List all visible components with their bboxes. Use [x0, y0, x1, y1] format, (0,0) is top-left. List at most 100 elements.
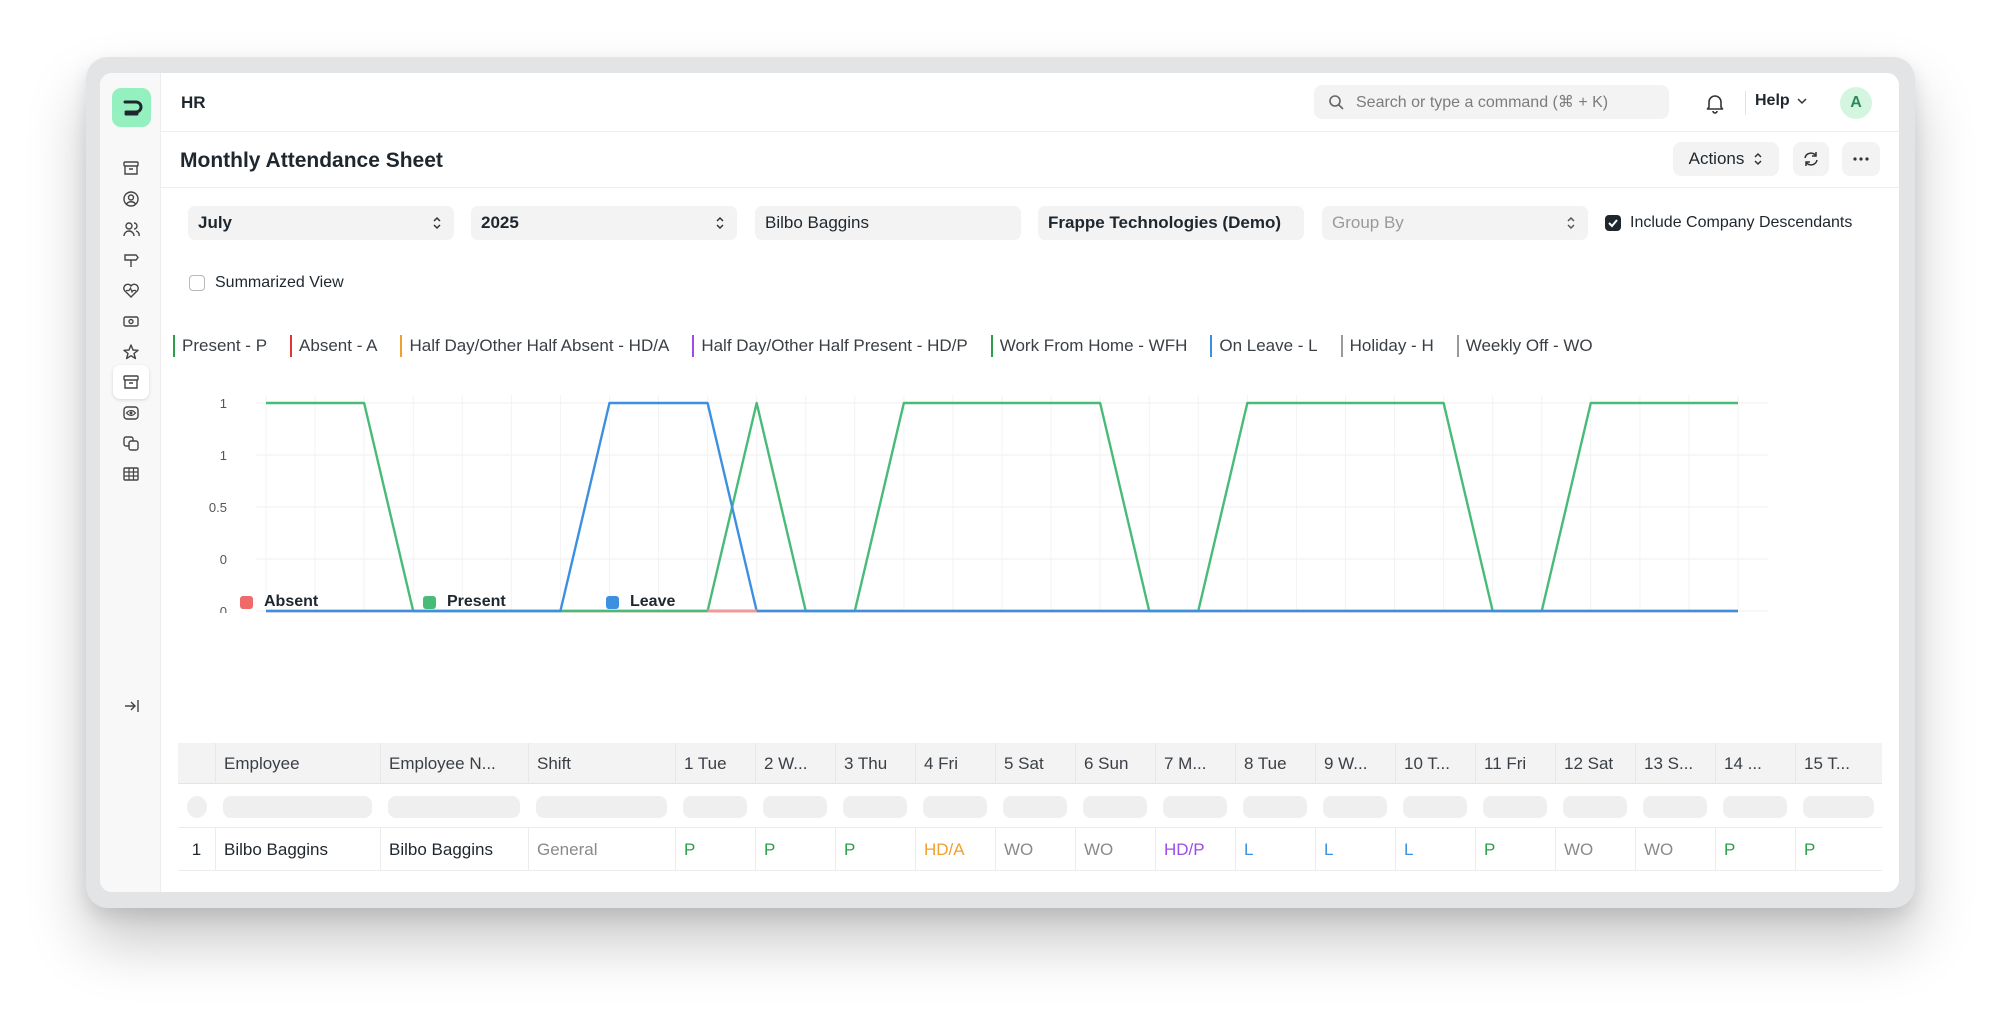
attendance-cell[interactable]: P [1795, 828, 1882, 871]
table-cell[interactable]: Bilbo Baggins [380, 828, 528, 871]
table-cell[interactable]: Bilbo Baggins [215, 828, 380, 871]
sidebar-item-archive[interactable] [118, 155, 144, 181]
updown-icon [1754, 152, 1762, 166]
year-select[interactable]: 2025 [471, 206, 737, 240]
sidebar-item-collapse-sidebar[interactable] [118, 693, 144, 719]
row-index[interactable]: 1 [178, 828, 215, 871]
sidebar [100, 73, 161, 892]
include-company-descendants-label: Include Company Descendants [1630, 214, 1853, 231]
column-header[interactable]: 15 T... [1795, 743, 1882, 784]
help-label: Help [1755, 92, 1790, 109]
column-header[interactable]: 4 Fri [915, 743, 995, 784]
attendance-cell[interactable]: HD/A [915, 828, 995, 871]
sidebar-item-archive[interactable] [113, 365, 149, 399]
employee-field[interactable]: Bilbo Baggins [755, 206, 1021, 240]
attendance-cell[interactable]: L [1315, 828, 1395, 871]
attendance-cell[interactable]: HD/P [1155, 828, 1235, 871]
column-filter-input[interactable] [388, 796, 520, 818]
column-filter-input[interactable] [1003, 796, 1067, 818]
attendance-cell[interactable]: P [1475, 828, 1555, 871]
table-row[interactable]: 1 Bilbo Baggins Bilbo Baggins General P P P HD/… [178, 828, 1882, 871]
column-header[interactable]: Employee [215, 743, 380, 784]
checkmark-icon [1608, 219, 1618, 228]
sidebar-item-signpost[interactable] [118, 247, 144, 273]
sidebar-item-eye[interactable] [118, 400, 144, 426]
column-filter-input[interactable] [843, 796, 907, 818]
avatar[interactable]: A [1840, 87, 1872, 119]
help-menu[interactable]: Help [1755, 92, 1807, 110]
refresh-button[interactable] [1793, 142, 1829, 176]
column-header[interactable] [178, 743, 215, 784]
column-header[interactable]: 9 W... [1315, 743, 1395, 784]
column-header[interactable]: 7 M... [1155, 743, 1235, 784]
column-filter-input[interactable] [1323, 796, 1387, 818]
search-input[interactable]: Search or type a command (⌘ + K) [1314, 85, 1669, 119]
column-filter-input[interactable] [1163, 796, 1227, 818]
sidebar-item-heart-pulse[interactable] [118, 277, 144, 303]
more-options-button[interactable] [1842, 142, 1880, 176]
column-filter-input[interactable] [763, 796, 827, 818]
column-header[interactable]: 6 Sun [1075, 743, 1155, 784]
column-header[interactable]: 3 Thu [835, 743, 915, 784]
group-by-select[interactable]: Group By [1322, 206, 1588, 240]
attendance-cell[interactable]: WO [1635, 828, 1715, 871]
company-field[interactable]: Frappe Technologies (Demo) [1038, 206, 1304, 240]
attendance-cell[interactable]: WO [1075, 828, 1155, 871]
column-filter-input[interactable] [187, 796, 207, 818]
status-indicator: Half Day/Other Half Present - HD/P [692, 335, 968, 357]
column-filter-input[interactable] [1803, 796, 1874, 818]
column-header[interactable]: 14 ... [1715, 743, 1795, 784]
star-icon [123, 344, 139, 360]
column-filter-input[interactable] [536, 796, 667, 818]
column-filter-input[interactable] [1243, 796, 1307, 818]
column-header[interactable]: 5 Sat [995, 743, 1075, 784]
column-filter-input[interactable] [683, 796, 747, 818]
column-header[interactable]: 13 S... [1635, 743, 1715, 784]
column-header[interactable]: 2 W... [755, 743, 835, 784]
attendance-cell[interactable]: L [1235, 828, 1315, 871]
eye-icon [123, 406, 139, 420]
column-filter-input[interactable] [923, 796, 987, 818]
attendance-cell[interactable]: P [675, 828, 755, 871]
column-header[interactable]: 8 Tue [1235, 743, 1315, 784]
status-indicator-label: Holiday - H [1349, 336, 1434, 355]
column-header[interactable]: Employee N... [380, 743, 528, 784]
sidebar-item-star[interactable] [118, 339, 144, 365]
status-indicator: Half Day/Other Half Absent - HD/A [400, 335, 669, 357]
column-header[interactable]: Shift [528, 743, 675, 784]
leave-swatch [606, 595, 619, 609]
column-filter-input[interactable] [1563, 796, 1627, 818]
column-header[interactable]: 12 Sat [1555, 743, 1635, 784]
column-filter-input[interactable] [223, 796, 372, 818]
attendance-cell[interactable]: P [1715, 828, 1795, 871]
column-filter-input[interactable] [1083, 796, 1147, 818]
sidebar-item-user-circle[interactable] [118, 186, 144, 212]
app-container: HR Search or type a command (⌘ + K) Help… [100, 73, 1899, 892]
column-header[interactable]: 1 Tue [675, 743, 755, 784]
attendance-cell[interactable]: L [1395, 828, 1475, 871]
month-select[interactable]: July [188, 206, 454, 240]
attendance-cell[interactable]: P [755, 828, 835, 871]
attendance-cell[interactable]: WO [995, 828, 1075, 871]
column-filter-input[interactable] [1483, 796, 1547, 818]
table-icon [123, 467, 139, 481]
column-filter-input[interactable] [1723, 796, 1787, 818]
column-header[interactable]: 10 T... [1395, 743, 1475, 784]
include-company-descendants-checkbox[interactable] [1605, 215, 1621, 231]
sidebar-item-banknote[interactable] [118, 308, 144, 334]
status-indicator-label: Half Day/Other Half Present - HD/P [701, 336, 968, 355]
column-filter-input[interactable] [1403, 796, 1467, 818]
column-header[interactable]: 11 Fri [1475, 743, 1555, 784]
sidebar-item-table[interactable] [118, 461, 144, 487]
attendance-cell[interactable]: P [835, 828, 915, 871]
app-logo[interactable] [112, 88, 151, 127]
sidebar-item-coins[interactable] [118, 430, 144, 456]
summarized-view-checkbox[interactable] [189, 275, 205, 291]
actions-button[interactable]: Actions [1673, 142, 1779, 176]
attendance-cell[interactable]: WO [1555, 828, 1635, 871]
table-cell[interactable]: General [528, 828, 675, 871]
breadcrumb[interactable]: HR [181, 93, 206, 113]
column-filter-input[interactable] [1643, 796, 1707, 818]
bell-icon[interactable] [1704, 92, 1726, 114]
sidebar-item-users[interactable] [118, 216, 144, 242]
